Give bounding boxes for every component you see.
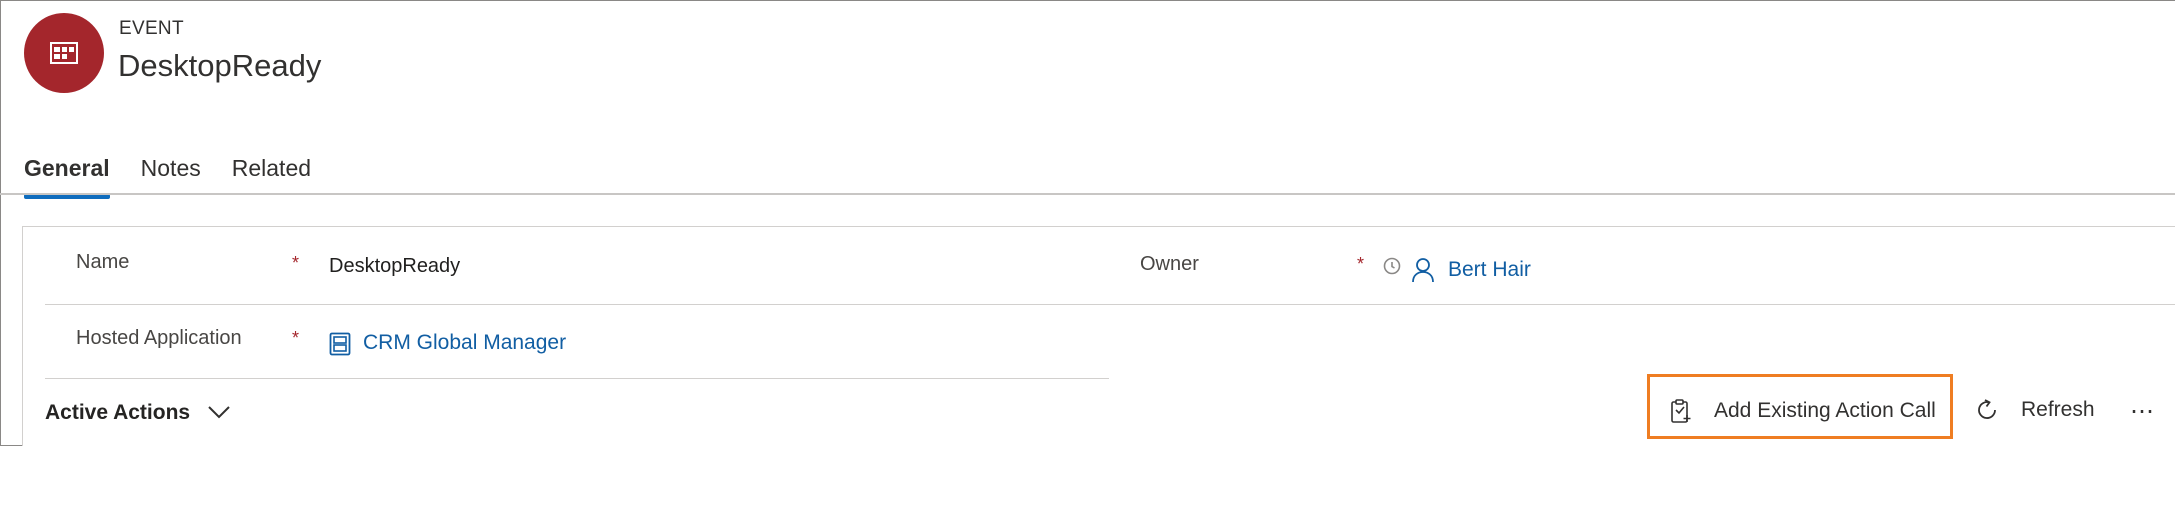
refresh-label: Refresh bbox=[2021, 398, 2095, 421]
name-label: Name bbox=[76, 251, 130, 273]
hosted-application-required-marker: * bbox=[292, 328, 300, 348]
hosted-application-label: Hosted Application bbox=[76, 327, 242, 349]
lock-clock-icon bbox=[1383, 257, 1401, 275]
row-divider bbox=[45, 378, 1109, 379]
name-required-marker: * bbox=[292, 253, 300, 273]
refresh-button[interactable]: Refresh bbox=[1975, 398, 2095, 422]
tabs-divider bbox=[0, 193, 2175, 195]
owner-required-marker: * bbox=[1357, 254, 1365, 274]
active-actions-title: Active Actions bbox=[45, 401, 191, 424]
tab-notes[interactable]: Notes bbox=[141, 155, 201, 197]
entity-type-label: EVENT bbox=[119, 18, 184, 39]
add-existing-action-call-label: Add Existing Action Call bbox=[1714, 399, 1936, 422]
owner-label: Owner bbox=[1140, 253, 1199, 275]
name-field[interactable]: DesktopReady bbox=[329, 255, 460, 278]
user-icon bbox=[1412, 258, 1434, 283]
add-existing-action-call-button[interactable]: Add Existing Action Call bbox=[1670, 398, 1936, 424]
row-divider bbox=[45, 304, 2175, 305]
tab-strip: General Notes Related bbox=[24, 155, 342, 199]
refresh-icon bbox=[1978, 399, 1996, 419]
tab-related[interactable]: Related bbox=[232, 155, 311, 197]
event-grid-icon bbox=[50, 42, 78, 64]
owner-lookup-link[interactable]: Bert Hair bbox=[1448, 258, 1531, 282]
hosted-application-icon bbox=[329, 332, 351, 356]
chevron-down-icon[interactable] bbox=[207, 405, 231, 419]
hosted-application-lookup-link[interactable]: CRM Global Manager bbox=[363, 331, 566, 355]
more-commands-button[interactable]: ⋯ bbox=[2130, 397, 2155, 426]
event-entity-icon bbox=[24, 13, 104, 93]
tab-general[interactable]: General bbox=[24, 155, 110, 199]
clipboard-add-icon bbox=[1671, 399, 1691, 423]
record-title: DesktopReady bbox=[118, 48, 322, 83]
